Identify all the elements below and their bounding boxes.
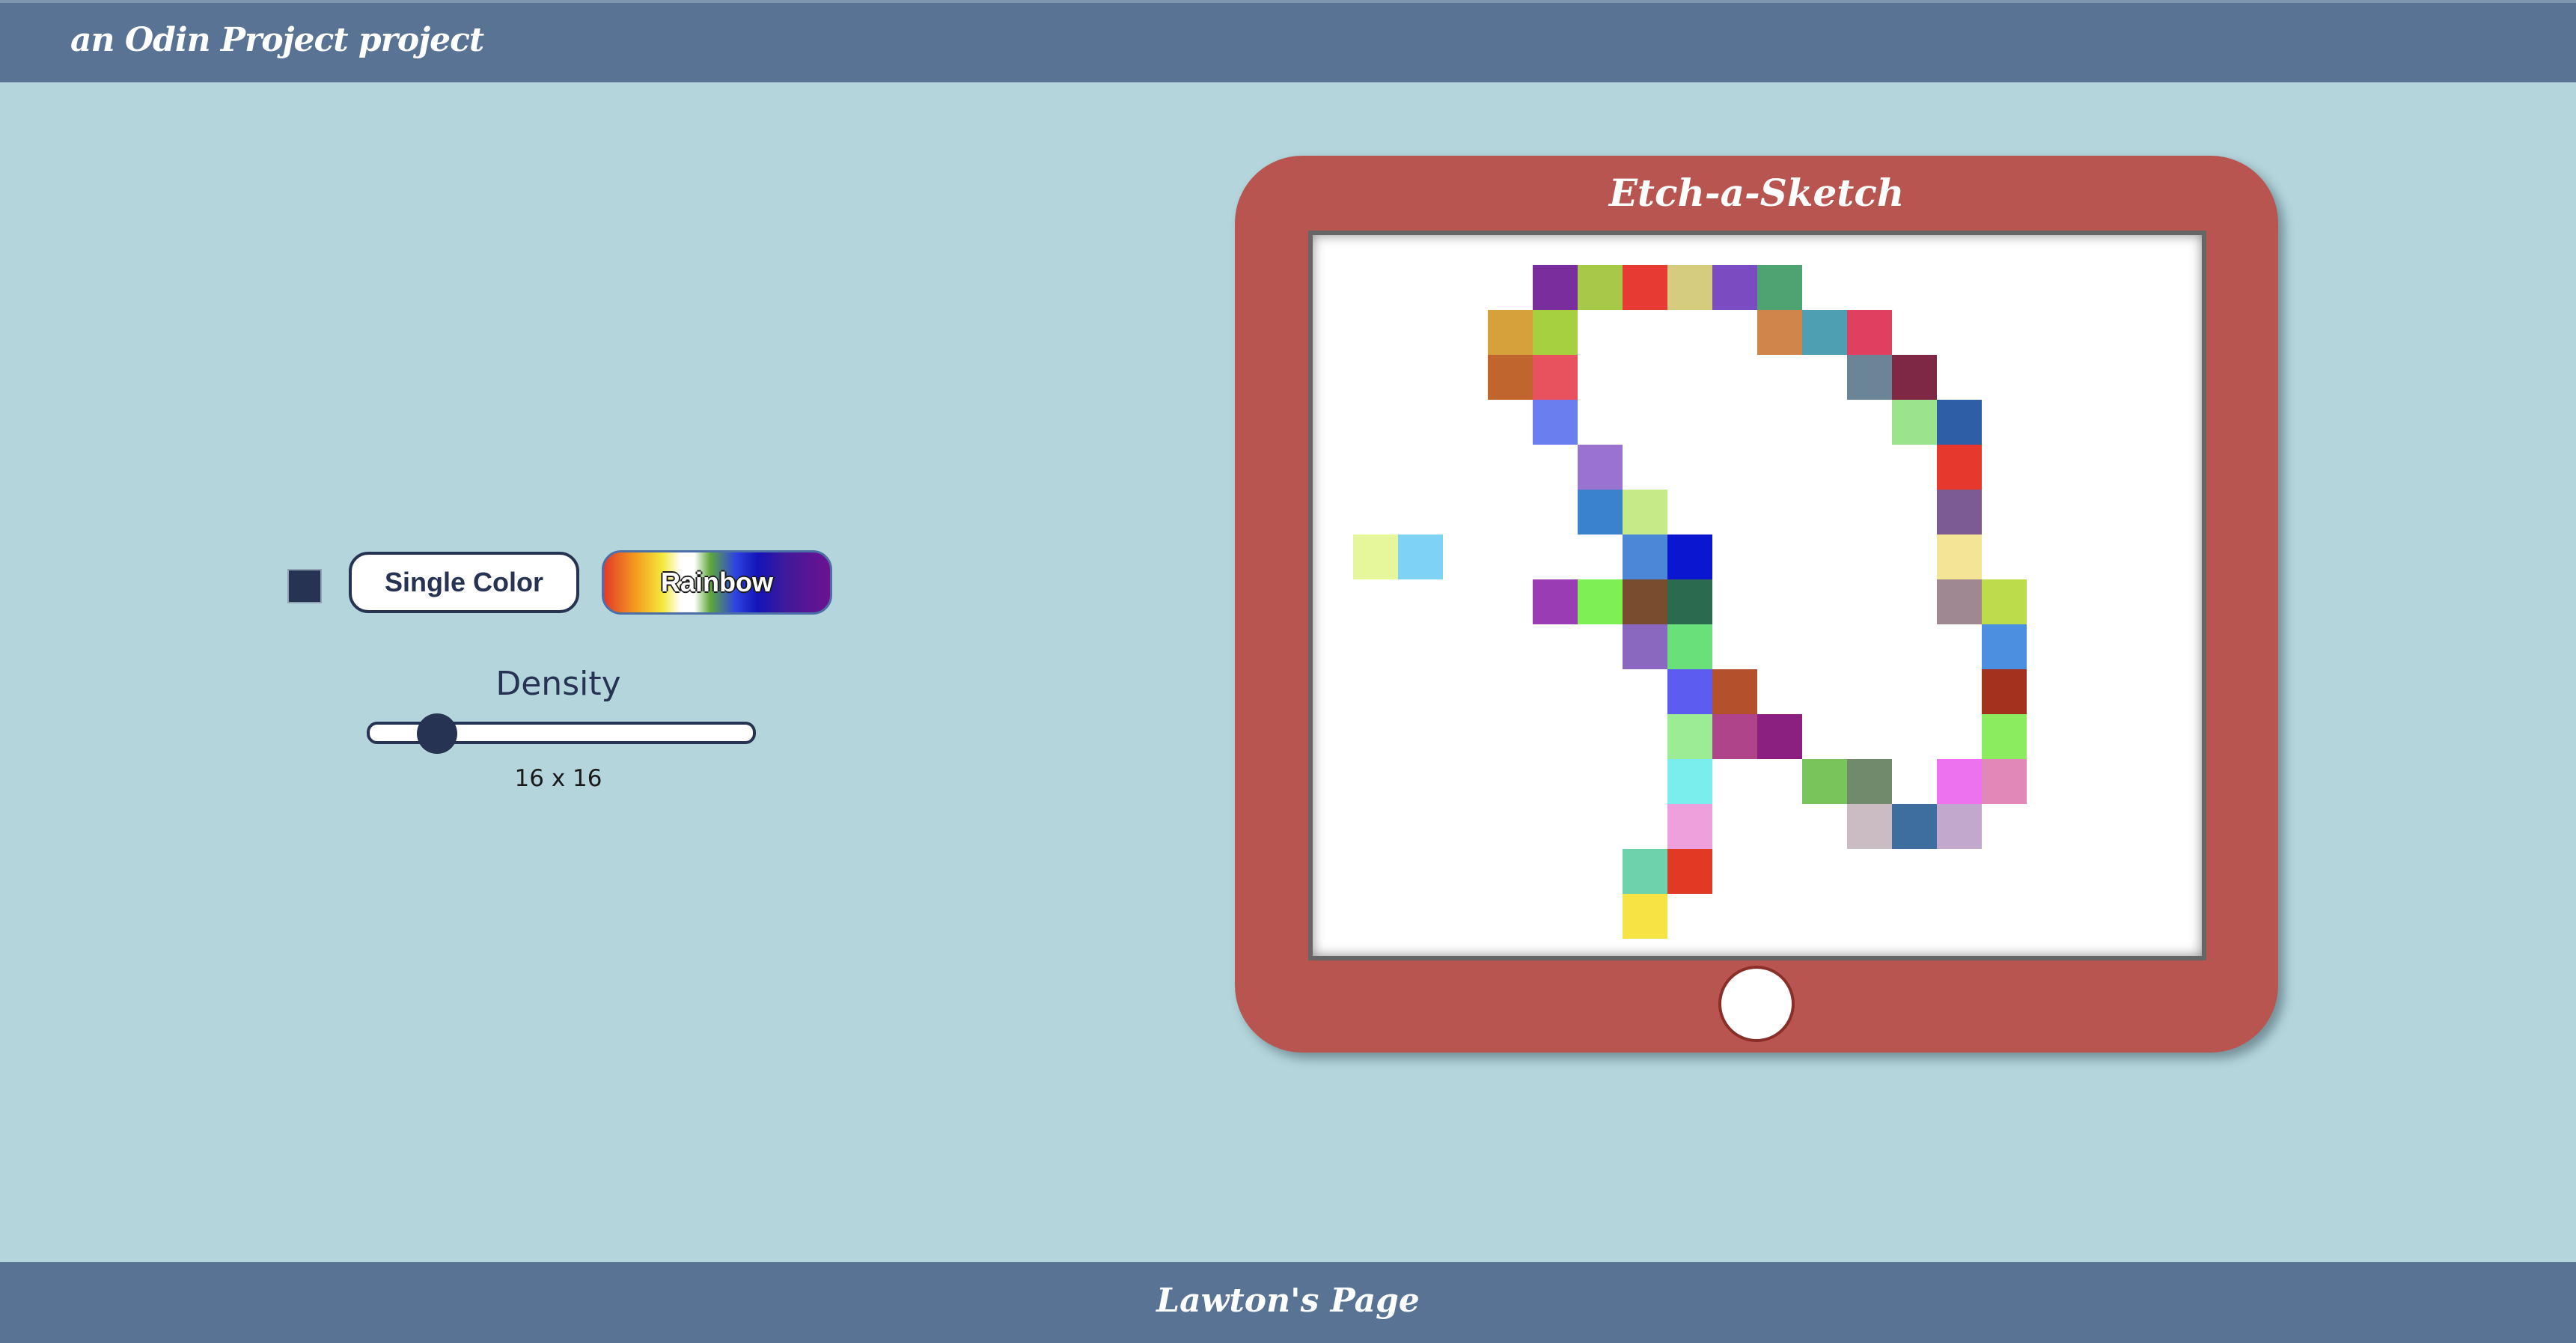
density-slider-thumb[interactable] — [416, 713, 457, 754]
grid-cell[interactable] — [1667, 714, 1712, 759]
color-picker-swatch[interactable] — [287, 569, 322, 603]
etch-a-sketch-frame: Etch-a-Sketch — [1235, 156, 2278, 1053]
grid-cell[interactable] — [1937, 759, 1982, 804]
grid-cell[interactable] — [1533, 310, 1578, 355]
grid-cell[interactable] — [1578, 579, 1623, 624]
grid-cell[interactable] — [1892, 355, 1937, 400]
grid-cell[interactable] — [1623, 535, 1667, 579]
grid-cell[interactable] — [1667, 759, 1712, 804]
grid-cell[interactable] — [1712, 714, 1757, 759]
grid-cell[interactable] — [1757, 714, 1802, 759]
header-title: an Odin Project project — [70, 21, 484, 59]
grid-cell[interactable] — [1667, 624, 1712, 669]
grid-cell[interactable] — [1623, 849, 1667, 894]
grid-cell[interactable] — [1982, 579, 2027, 624]
grid-cell[interactable] — [1937, 804, 1982, 849]
grid-cell[interactable] — [1847, 804, 1892, 849]
grid-cell[interactable] — [1847, 759, 1892, 804]
grid-cell[interactable] — [1982, 669, 2027, 714]
single-color-button[interactable]: Single Color — [349, 552, 579, 613]
grid-cell[interactable] — [1982, 759, 2027, 804]
grid-cell[interactable] — [1667, 669, 1712, 714]
header-bar: an Odin Project project — [0, 0, 2576, 82]
grid-cell[interactable] — [1578, 265, 1623, 310]
grid-cell[interactable] — [1937, 579, 1982, 624]
reset-knob-button[interactable] — [1718, 966, 1795, 1042]
grid-cell[interactable] — [1533, 265, 1578, 310]
grid-cell[interactable] — [1398, 535, 1443, 579]
grid-cell[interactable] — [1533, 400, 1578, 445]
drawing-grid[interactable] — [1308, 231, 2206, 960]
grid-cell[interactable] — [1623, 624, 1667, 669]
grid-cell[interactable] — [1667, 804, 1712, 849]
grid-cell[interactable] — [1847, 310, 1892, 355]
grid-cell[interactable] — [1488, 310, 1533, 355]
grid-cell[interactable] — [1623, 894, 1667, 939]
grid-cell[interactable] — [1937, 445, 1982, 490]
grid-cell[interactable] — [1802, 310, 1847, 355]
grid-cell[interactable] — [1937, 490, 1982, 535]
footer-title: Lawton's Page — [1156, 1282, 1420, 1320]
grid-cell[interactable] — [1892, 804, 1937, 849]
grid-cell[interactable] — [1667, 265, 1712, 310]
grid-cell[interactable] — [1623, 490, 1667, 535]
grid-cell[interactable] — [1982, 624, 2027, 669]
grid-cell[interactable] — [1712, 669, 1757, 714]
etch-a-sketch-title: Etch-a-Sketch — [1608, 171, 1905, 215]
grid-cell[interactable] — [1667, 849, 1712, 894]
grid-cell[interactable] — [1757, 310, 1802, 355]
grid-cell[interactable] — [1847, 355, 1892, 400]
density-value: 16 x 16 — [514, 765, 602, 792]
grid-cell[interactable] — [1802, 759, 1847, 804]
grid-cell[interactable] — [1757, 265, 1802, 310]
grid-cell[interactable] — [1667, 579, 1712, 624]
grid-cell[interactable] — [1982, 714, 2027, 759]
grid-cell[interactable] — [1623, 265, 1667, 310]
rainbow-button[interactable]: Rainbow — [602, 550, 832, 615]
grid-cell[interactable] — [1488, 355, 1533, 400]
grid-cell[interactable] — [1578, 490, 1623, 535]
grid-cell[interactable] — [1892, 400, 1937, 445]
grid-cell[interactable] — [1353, 535, 1398, 579]
grid-cell[interactable] — [1667, 535, 1712, 579]
grid-cell[interactable] — [1533, 579, 1578, 624]
grid-cell[interactable] — [1937, 535, 1982, 579]
density-label: Density — [495, 665, 621, 703]
grid-cell[interactable] — [1712, 265, 1757, 310]
grid-cell[interactable] — [1578, 445, 1623, 490]
grid-cell[interactable] — [1937, 400, 1982, 445]
footer-bar: Lawton's Page — [0, 1262, 2576, 1343]
grid-cell[interactable] — [1533, 355, 1578, 400]
grid-cell[interactable] — [1623, 579, 1667, 624]
